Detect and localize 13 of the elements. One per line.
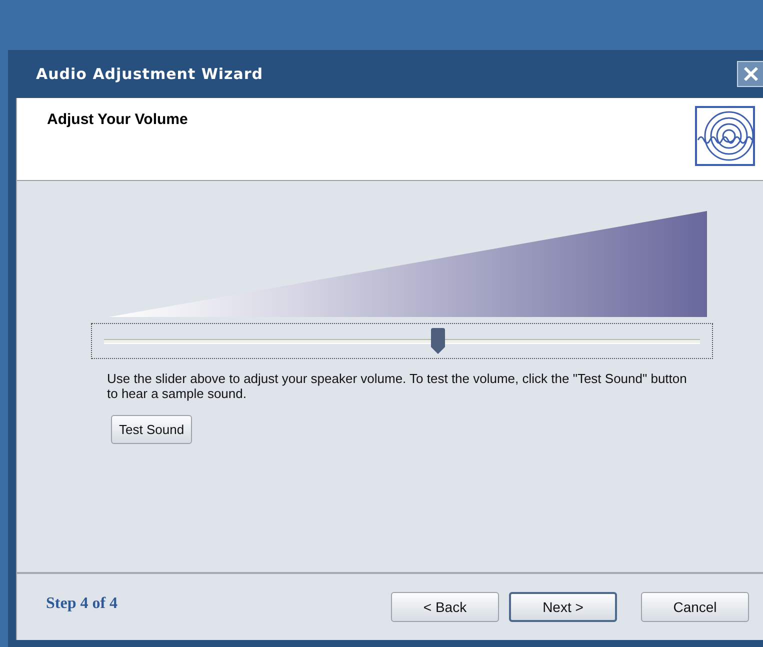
sound-wave-icon xyxy=(695,106,755,166)
wizard-button[interactable]: Cancel xyxy=(641,592,749,622)
page-title: Adjust Your Volume xyxy=(47,111,188,130)
wizard-button[interactable]: < Back xyxy=(391,592,499,622)
window-title: Audio Adjustment Wizard xyxy=(35,65,264,83)
step-indicator: Step 4 of 4 xyxy=(46,595,119,613)
instruction-text: Use the slider above to adjust your speaker volume. To test the volume, click the "Test Sound" button to hear a sample sound. xyxy=(107,371,688,401)
wizard-button[interactable]: Next > xyxy=(509,592,617,622)
test-sound-button[interactable]: Test Sound xyxy=(111,415,192,444)
slider-thumb[interactable] xyxy=(430,328,445,354)
close-button[interactable] xyxy=(737,61,763,87)
close-icon xyxy=(742,65,760,83)
volume-slider[interactable] xyxy=(91,323,713,359)
